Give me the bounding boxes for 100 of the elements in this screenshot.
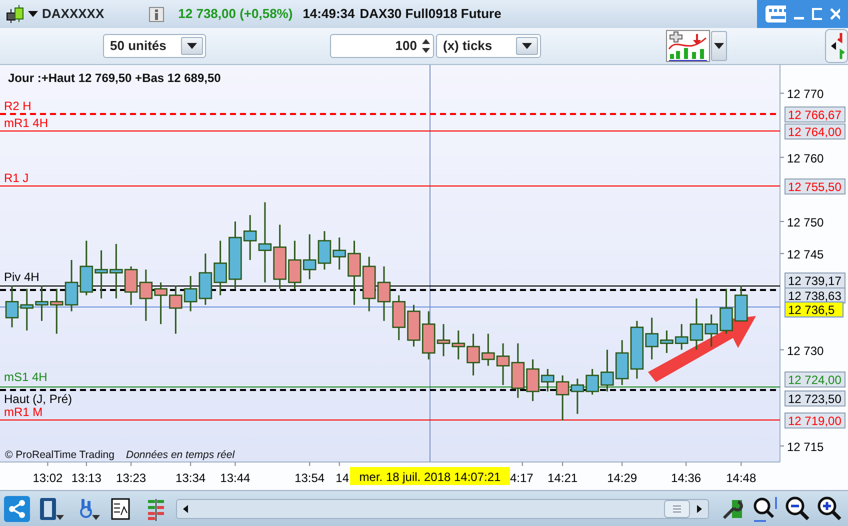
candle bbox=[318, 231, 332, 270]
level-label: mR1 4H bbox=[4, 116, 48, 130]
x-axis-label: 14:21 bbox=[548, 471, 578, 485]
units-select[interactable]: 50 unités bbox=[103, 34, 206, 58]
keyboard-icon[interactable] bbox=[765, 5, 786, 23]
candle bbox=[302, 234, 316, 280]
level-price-label: 12 738,63 bbox=[784, 288, 846, 304]
x-axis-label: 13:54 bbox=[294, 471, 325, 485]
level-price-label: 12 723,50 bbox=[784, 390, 846, 406]
level-price-label: 12 764,00 bbox=[784, 124, 846, 140]
level-label: Piv 4H bbox=[4, 270, 40, 284]
close-icon[interactable] bbox=[830, 8, 840, 20]
candle bbox=[600, 350, 614, 392]
chart-header: Jour :+Haut 12 769,50 +Bas 12 689,50 bbox=[8, 71, 221, 85]
y-axis-label: 12 730 bbox=[787, 344, 824, 358]
y-axis-label: 12 770 bbox=[787, 87, 824, 102]
level-label: R1 J bbox=[4, 171, 29, 185]
window-layout-icon[interactable] bbox=[38, 496, 66, 522]
candle bbox=[94, 250, 108, 298]
candle bbox=[169, 286, 182, 334]
swap-arrows-icon[interactable] bbox=[825, 29, 848, 63]
level-price-label: 12 739,17 bbox=[784, 272, 846, 288]
level-label: mR1 M bbox=[4, 405, 43, 419]
candle bbox=[332, 238, 346, 270]
maximize-icon[interactable] bbox=[812, 8, 822, 20]
zoom-in-icon[interactable] bbox=[816, 494, 844, 522]
data-feed-note: Données en temps réel bbox=[126, 449, 235, 461]
candle bbox=[288, 240, 302, 289]
instrument-name: DAX30 Full0918 Future bbox=[360, 5, 502, 24]
spinner-arrows-icon[interactable] bbox=[421, 37, 431, 55]
candle bbox=[273, 224, 286, 289]
level-label: Haut (J, Pré) bbox=[4, 392, 72, 406]
candle bbox=[720, 288, 733, 334]
y-axis-label: 12 715 bbox=[787, 440, 824, 454]
candle bbox=[20, 288, 34, 331]
candle bbox=[482, 334, 495, 366]
candle bbox=[511, 343, 525, 398]
level-price-label: 12 724,00 bbox=[784, 372, 846, 388]
ticks-select[interactable]: (x) ticks bbox=[436, 34, 541, 58]
indicators-dropdown-button[interactable] bbox=[711, 31, 727, 61]
indicators-button-icon[interactable] bbox=[666, 30, 710, 62]
x-axis-label: 13:34 bbox=[176, 471, 206, 485]
chart-report-icon[interactable] bbox=[110, 496, 132, 520]
x-axis-label: 13:13 bbox=[71, 471, 102, 485]
level-price-label: 12 719,00 bbox=[784, 412, 846, 428]
candlestick-icon bbox=[4, 3, 24, 25]
candle bbox=[124, 266, 138, 305]
candle bbox=[64, 260, 78, 312]
x-axis-label: 14 bbox=[336, 471, 349, 485]
caret-icon bbox=[187, 43, 197, 49]
level-label: R2 H bbox=[4, 99, 32, 113]
candle bbox=[5, 286, 19, 328]
candle bbox=[645, 318, 658, 360]
candle bbox=[80, 240, 94, 296]
symbol-name[interactable]: DAXXXXX bbox=[42, 4, 104, 24]
zoom-out-icon[interactable] bbox=[784, 494, 812, 522]
crosshair-date-label: mer. 18 juil. 2018 14:07:21 bbox=[350, 467, 510, 485]
candle bbox=[377, 266, 391, 321]
y-axis-label: 12 745 bbox=[787, 248, 824, 262]
candle bbox=[362, 256, 376, 312]
candle bbox=[50, 288, 64, 334]
candle bbox=[660, 330, 674, 353]
quote-time: 14:49:34 bbox=[302, 5, 355, 24]
level-price-label: 12 755,50 bbox=[784, 178, 846, 194]
caret-icon bbox=[714, 43, 724, 49]
x-axis-label: 13:02 bbox=[32, 471, 63, 485]
candle bbox=[630, 320, 644, 379]
candle bbox=[348, 240, 361, 305]
candle bbox=[586, 369, 599, 395]
x-axis-label: 4:17 bbox=[510, 471, 534, 485]
info-icon[interactable] bbox=[149, 6, 164, 22]
x-axis-label: 14:29 bbox=[607, 471, 638, 485]
share-icon[interactable] bbox=[4, 496, 30, 522]
candle bbox=[570, 378, 584, 414]
candle bbox=[35, 286, 48, 321]
scroll-thumb-icon[interactable] bbox=[664, 500, 690, 518]
candle bbox=[110, 244, 123, 298]
candle bbox=[139, 270, 153, 321]
level-label: mS1 4H bbox=[4, 370, 48, 384]
current-price-label: 12 736,5 bbox=[784, 302, 844, 318]
candle bbox=[615, 340, 629, 386]
candle bbox=[214, 240, 227, 296]
x-axis-label: 13:44 bbox=[220, 471, 250, 485]
x-axis-label: 13:23 bbox=[116, 471, 146, 485]
y-axis-label: 12 750 bbox=[787, 216, 824, 230]
caret-icon[interactable] bbox=[28, 11, 38, 17]
candle bbox=[154, 282, 168, 324]
caret-icon bbox=[522, 43, 532, 49]
candle bbox=[734, 286, 748, 322]
x-axis-label: 14:48 bbox=[726, 471, 756, 485]
level-price-label: 12 766,67 bbox=[784, 106, 846, 122]
ticks-input[interactable]: 100 bbox=[330, 34, 434, 58]
y-axis-label: 12 760 bbox=[787, 151, 824, 166]
price-quote: 12 738,00 (+0,58%) bbox=[178, 5, 293, 24]
candle bbox=[392, 295, 406, 340]
copyright-text: © ProRealTime Trading bbox=[5, 449, 114, 461]
candle bbox=[526, 359, 540, 402]
candle bbox=[496, 343, 510, 386]
horizontal-scrollbar[interactable] bbox=[176, 498, 709, 518]
x-axis-label: 14:36 bbox=[671, 471, 702, 485]
